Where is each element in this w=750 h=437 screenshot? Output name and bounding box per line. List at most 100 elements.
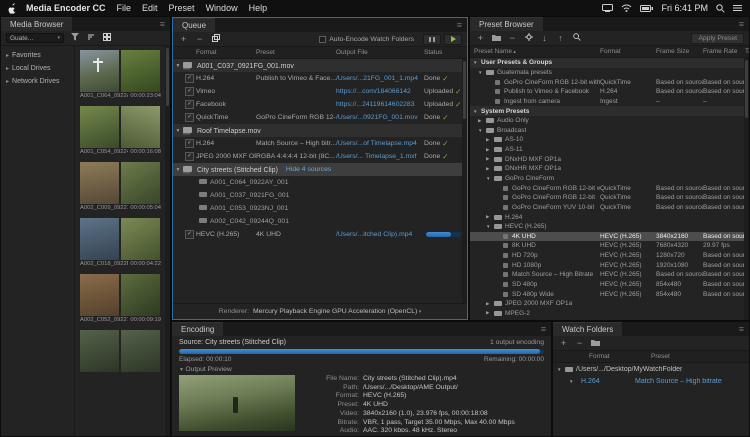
tab-queue[interactable]: Queue [173,18,215,32]
display-icon[interactable] [602,4,613,12]
notification-center-icon[interactable] [733,4,742,12]
preset-row[interactable]: JPEG 2000 MXF OP1a [470,299,749,309]
disclosure-triangle-icon[interactable] [486,310,494,316]
panel-menu-icon[interactable]: ≡ [155,17,170,31]
output-checkbox[interactable] [183,87,196,96]
row-expander-icon[interactable] [173,63,183,69]
preset-row[interactable]: DNxHR MXF OP1a [470,164,749,174]
queue-row[interactable]: A001_C037_0921FG_001.mov ✓ [173,59,467,72]
media-clip[interactable]: A002_C052_09227... 00:00:09:19 [80,274,161,323]
column-output-file[interactable]: Output File [336,49,424,56]
disclosure-triangle-icon[interactable] [569,379,577,384]
row-output-link[interactable]: /Users/...of Timelapse.mp4 [336,140,424,147]
panel-menu-icon[interactable]: ≡ [734,322,749,336]
media-clip[interactable]: A001_C054_09224Y... 00:00:16:08 [80,106,161,155]
disclosure-triangle-icon[interactable] [486,147,494,153]
clip-thumbnail[interactable] [80,106,119,148]
row-output-link[interactable]: /Users/...itched Clip).mp4 [336,231,424,238]
renderer-dropdown[interactable]: Mercury Playback Engine GPU Acceleration… [253,308,421,315]
row-preset[interactable]: RGBA 4:4:4:4 12-bit (8C... [256,153,336,160]
clip-thumbnail[interactable] [80,330,119,372]
queue-row[interactable]: City streets (Stitched Clip) Hide 4 sour… [173,163,467,176]
duplicate-icon[interactable] [210,34,221,44]
menubar-clock[interactable]: Fri 6:41 PM [661,3,708,13]
preset-row[interactable]: 4K UHD HEVC (H.265) 3840x2160 Based on s… [470,232,749,242]
add-watch-folder-icon[interactable]: + [558,338,569,348]
sort-icon[interactable] [85,33,96,43]
tree-item[interactable]: Local Drives [1,62,74,75]
tree-item[interactable]: Favorites [1,49,74,62]
queue-row[interactable]: Vimeo https://...com/184066142 Uploaded … [173,85,467,98]
output-checkbox[interactable] [183,230,196,239]
column-frame-rate[interactable]: Frame Rate [703,48,745,55]
row-preset[interactable]: GoPro CineForm RGB 12-... [256,114,336,121]
tab-encoding[interactable]: Encoding [172,322,223,336]
disclosure-triangle-icon[interactable] [486,176,494,181]
media-filter-dropdown[interactable]: Guate... [6,33,64,43]
menubar-item[interactable]: Preset [169,3,195,13]
column-preset[interactable]: Preset [256,49,336,56]
add-output-icon[interactable]: + [178,34,189,44]
import-preset-icon[interactable]: ↓ [539,33,550,43]
disclosure-triangle-icon[interactable] [486,156,494,162]
panel-menu-icon[interactable]: ≡ [536,322,551,336]
row-expander-icon[interactable] [173,128,183,134]
clip-thumbnail[interactable] [121,218,160,260]
disclosure-triangle-icon[interactable] [486,166,494,172]
queue-row[interactable]: JPEG 2000 MXF OP1a RGBA 4:4:4:4 12-bit (… [173,150,467,163]
auto-encode-checkbox[interactable] [319,36,326,43]
output-checkbox[interactable] [183,113,196,122]
panel-menu-icon[interactable]: ≡ [452,18,467,32]
row-preset[interactable]: Publish to Vimeo & Face... [256,75,336,82]
disclosure-triangle-icon[interactable] [486,137,494,143]
thumbnail-view-icon[interactable] [101,33,112,43]
preset-row[interactable]: Ingest from camera Ingest – – [470,97,749,107]
media-scrollbar[interactable] [165,46,170,436]
column-format[interactable]: Format [196,49,256,56]
apply-preset-button[interactable]: Apply Preset [691,33,744,44]
preset-row[interactable]: AS-10 [470,135,749,145]
export-preset-icon[interactable]: ↑ [555,33,566,43]
menubar-item[interactable]: File [117,3,132,13]
clip-thumbnail[interactable] [121,330,160,372]
row-format[interactable]: HEVC (H.265) [196,231,256,238]
new-preset-icon[interactable]: + [475,33,486,43]
disclosure-triangle-icon[interactable] [478,128,486,133]
clip-thumbnail[interactable] [80,218,119,260]
panel-menu-icon[interactable]: ≡ [734,17,749,31]
preset-row[interactable]: Guatemala presets [470,68,749,78]
disclosure-triangle-icon[interactable] [486,301,494,307]
disclosure-triangle-icon[interactable] [486,214,494,220]
preset-row[interactable]: GoPro CineForm YUV 10-bit QuickTime Base… [470,203,749,213]
preset-row[interactable]: Match Source – High Bitrate HEVC (H.265)… [470,270,749,280]
watch-folder-entry-row[interactable]: H.264 Match Source – High bitrate [553,375,749,387]
remove-output-icon[interactable]: − [194,34,205,44]
preset-scrollbar[interactable] [744,58,749,320]
disclosure-triangle-icon[interactable] [557,367,565,372]
clip-thumbnail[interactable] [80,162,119,204]
preset-row[interactable]: Broadcast [470,125,749,135]
row-format[interactable]: H.264 [196,75,256,82]
row-format[interactable]: JPEG 2000 MXF OP1a [196,153,256,160]
queue-row[interactable]: H.264 Match Source – High bitr... /Users… [173,137,467,150]
toggle-sources-link[interactable]: Hide 4 sources [286,166,331,173]
media-clip[interactable]: A001_C064_0922AY... 00:00:23:04 [80,50,161,99]
preset-row[interactable]: GoPro CineForm RGB 12-bit with alpha (Al… [470,77,749,87]
clip-thumbnail[interactable] [121,106,160,148]
disclosure-triangle-icon[interactable] [486,224,494,229]
output-checkbox[interactable] [183,139,196,148]
clip-thumbnail[interactable] [121,50,160,92]
column-preset-name[interactable]: Preset Name [470,48,600,55]
preset-row[interactable]: Audio Only [470,116,749,126]
output-checkbox[interactable] [183,152,196,161]
preset-row[interactable]: GoPro CineForm [470,174,749,184]
remove-watch-folder-icon[interactable]: − [574,338,585,348]
preset-row[interactable]: 8K UHD HEVC (H.265) 7680x4320 29.97 fps … [470,241,749,251]
preset-row[interactable]: SD 480p HEVC (H.265) 854x480 Based on so… [470,280,749,290]
row-preset[interactable]: Match Source – High bitr... [256,140,336,147]
wifi-icon[interactable] [621,4,632,12]
media-clip[interactable]: A002_C009_092211... 00:00:05:04 [80,162,161,211]
watch-folder-row[interactable]: /Users/.../Desktop/MyWatchFolder [553,363,749,375]
menubar-item[interactable]: Window [206,3,238,13]
queue-row[interactable]: QuickTime GoPro CineForm RGB 12-... /Use… [173,111,467,124]
